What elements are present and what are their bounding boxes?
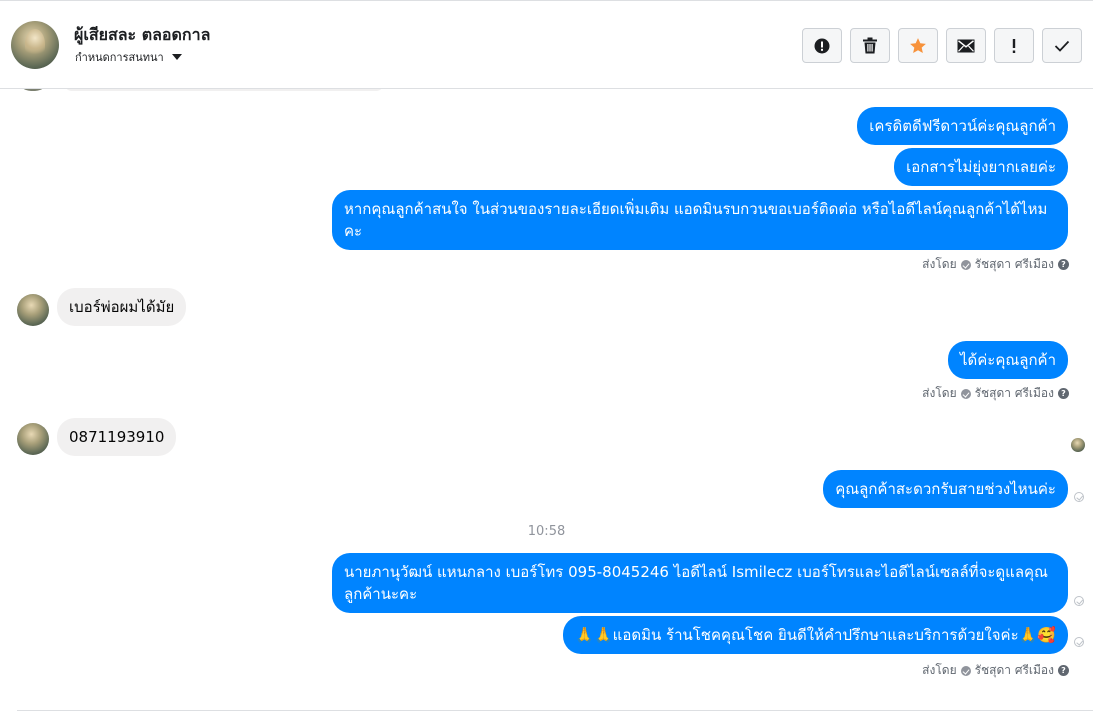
star-button[interactable] (898, 28, 938, 63)
exclamation-icon (1012, 38, 1016, 53)
help-icon[interactable]: ? (1058, 388, 1069, 399)
contact-avatar[interactable] (11, 21, 59, 69)
help-icon[interactable]: ? (1058, 259, 1069, 270)
message-bubble-partial (64, 89, 384, 91)
message-bubble-outgoing[interactable]: หากคุณลูกค้าสนใจ ในส่วนของรายละเอียดเพิ่… (332, 190, 1068, 250)
sent-by-prefix: ส่งโดย (922, 386, 957, 400)
sent-by-agent[interactable]: รัชสุดา ศรีเมือง (975, 384, 1054, 403)
star-icon (910, 37, 926, 53)
alert-circle-icon (814, 38, 830, 53)
message-bubble-incoming[interactable]: เบอร์พ่อผมได้มัย (57, 288, 187, 326)
delivered-icon (1074, 596, 1084, 606)
verified-icon (960, 259, 971, 270)
sent-by-info: ส่งโดย รัชสุดา ศรีเมือง ? (922, 661, 1069, 680)
message-bubble-outgoing[interactable]: เอกสารไม่ยุ่งยากเลยค่ะ (894, 148, 1068, 186)
seen-by-avatar (1071, 438, 1085, 452)
trash-icon (863, 37, 877, 54)
conversation-header: ผู้เสียสละ ตลอดกาล กำหนดการสนทนา (0, 0, 1093, 89)
composer-divider (17, 710, 1093, 711)
conversation-label-dropdown[interactable]: กำหนดการสนทนา (75, 48, 182, 66)
message-bubble-outgoing[interactable]: นายภานุวัฒน์ แหนกลาง เบอร์โทร 095-804524… (332, 553, 1068, 613)
conversation-label-text: กำหนดการสนทนา (75, 51, 164, 64)
delivered-icon (1074, 637, 1084, 647)
sent-by-agent[interactable]: รัชสุดา ศรีเมือง (975, 661, 1054, 680)
follow-up-button[interactable] (994, 28, 1034, 63)
delete-button[interactable] (850, 28, 890, 63)
message-bubble-outgoing[interactable]: เครดิตดีฟรีดาวน์ค่ะคุณลูกค้า (857, 107, 1068, 145)
message-thread[interactable]: เครดิตดีฟรีดาวน์ค่ะคุณลูกค้า เอกสารไม่ยุ… (0, 89, 1093, 712)
envelope-icon (957, 39, 975, 52)
sent-by-info: ส่งโดย รัชสุดา ศรีเมือง ? (922, 384, 1069, 403)
caret-down-icon (171, 54, 182, 60)
help-icon[interactable]: ? (1058, 665, 1069, 676)
contact-avatar-partial (17, 89, 49, 91)
contact-avatar-small[interactable] (17, 423, 49, 455)
message-bubble-incoming[interactable]: 0871193910 (57, 418, 177, 456)
sent-by-agent[interactable]: รัชสุดา ศรีเมือง (975, 255, 1054, 274)
message-bubble-outgoing[interactable]: 🙏🙏แอดมิน ร้านโชคคุณโชค ยินดีให้คำปรึกษาแ… (563, 616, 1068, 654)
delivered-icon (1074, 492, 1084, 502)
check-icon (1054, 40, 1070, 52)
verified-icon (960, 665, 971, 676)
message-bubble-outgoing[interactable]: คุณลูกค้าสะดวกรับสายช่วงไหนค่ะ (823, 470, 1068, 508)
mark-unread-button[interactable] (946, 28, 986, 63)
spam-button[interactable] (802, 28, 842, 63)
contact-name[interactable]: ผู้เสียสละ ตลอดกาล (74, 23, 210, 48)
message-timestamp: 10:58 (527, 524, 566, 539)
sent-by-prefix: ส่งโดย (922, 663, 957, 677)
verified-icon (960, 388, 971, 399)
message-bubble-outgoing[interactable]: ได้ค่ะคุณลูกค้า (947, 341, 1068, 379)
mark-done-button[interactable] (1042, 28, 1082, 63)
sent-by-prefix: ส่งโดย (922, 257, 957, 271)
sent-by-info: ส่งโดย รัชสุดา ศรีเมือง ? (922, 255, 1069, 274)
contact-avatar-small[interactable] (17, 294, 49, 326)
